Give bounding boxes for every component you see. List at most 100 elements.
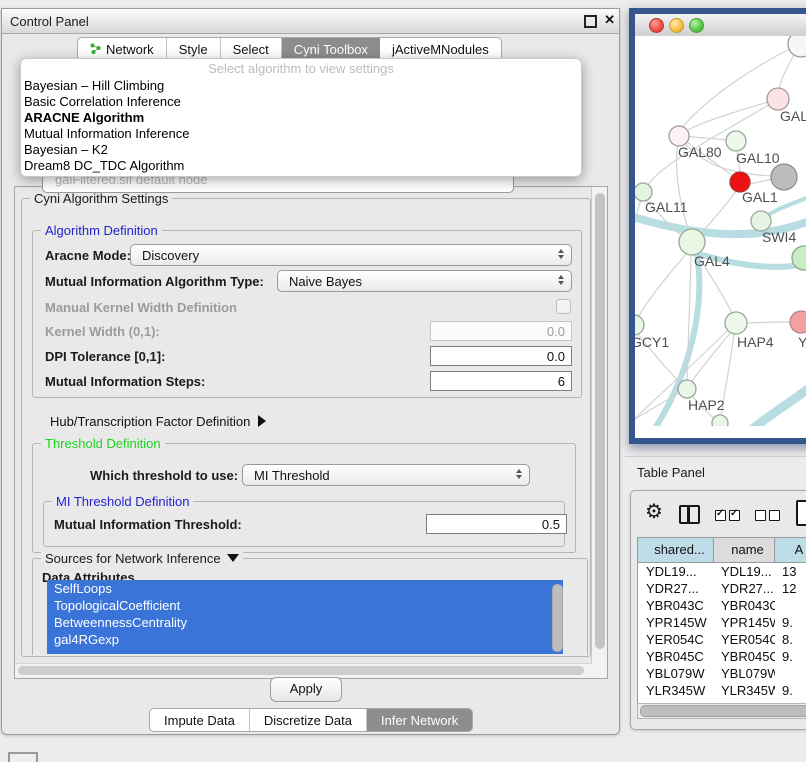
kernel-width-field[interactable]: 0.0 [430, 321, 572, 341]
table-cell: YBR043C [638, 597, 714, 614]
settings-hscrollbar-track[interactable] [15, 663, 592, 678]
algorithm-item-bayesian-k2[interactable]: Bayesian – K2 [21, 142, 581, 158]
mi-threshold-field[interactable]: 0.5 [426, 514, 567, 534]
mi-threshold-label: Mutual Information Threshold: [54, 517, 242, 532]
attribute-item-topologicalcoefficient[interactable]: TopologicalCoefficient [47, 597, 563, 614]
select-all-icon[interactable] [715, 510, 740, 521]
network-node-gal80[interactable] [669, 126, 689, 146]
dpi-tolerance-field[interactable]: 0.0 [430, 346, 572, 366]
float-window-icon[interactable] [584, 15, 597, 28]
tab-discretize-data[interactable]: Discretize Data [250, 709, 367, 731]
network-node-swi4[interactable] [751, 211, 771, 231]
control-panel-titlebar: Control Panel ✕ [2, 9, 619, 34]
aracne-mode-combobox[interactable]: Discovery [130, 244, 572, 266]
network-node-y[interactable] [790, 311, 806, 333]
gear-icon[interactable]: ⚙ [645, 502, 663, 522]
network-node-gal10[interactable] [726, 131, 746, 151]
settings-hscrollbar-thumb[interactable] [18, 666, 584, 675]
network-edge[interactable] [747, 322, 791, 323]
node-table: shared...nameA YDL19...YDL19...13YDR27..… [637, 537, 806, 711]
table-row[interactable]: YLR345WYLR345W9. [638, 682, 806, 699]
network-node[interactable] [788, 36, 806, 57]
settings-vscrollbar-thumb[interactable] [595, 193, 605, 649]
attribute-item-betweennesscentrality[interactable]: BetweennessCentrality [47, 614, 563, 631]
close-window-icon[interactable] [649, 18, 664, 33]
tab-select[interactable]: Select [221, 38, 282, 60]
network-node[interactable] [712, 415, 728, 426]
network-node-hap4[interactable] [725, 312, 747, 334]
algorithm-item-dream8-dc-tdc-algorithm[interactable]: Dream8 DC_TDC Algorithm [21, 158, 581, 174]
tab-cyni-toolbox[interactable]: Cyni Toolbox [282, 38, 380, 60]
table-hscrollbar-track[interactable] [637, 703, 806, 719]
apply-button[interactable]: Apply [270, 677, 342, 702]
table-row[interactable]: YDL19...YDL19...13 [638, 563, 806, 580]
column-view-icon[interactable] [679, 505, 700, 524]
dpi-tolerance-label: DPI Tolerance [0,1]: [45, 349, 165, 364]
attribute-item-gal4rgexp[interactable]: gal4RGexp [47, 631, 563, 648]
table-row[interactable]: YPR145WYPR145W9. [638, 614, 806, 631]
algorithm-item-bayesian-hill-climbing[interactable]: Bayesian – Hill Climbing [21, 78, 581, 94]
expand-right-icon [258, 415, 266, 427]
tab-label: jActiveMNodules [392, 42, 489, 57]
close-icon[interactable]: ✕ [604, 12, 615, 28]
table-cell: 9. [775, 648, 806, 665]
manual-kernel-width-checkbox[interactable] [556, 299, 571, 314]
table-row[interactable]: YBR043CYBR043C [638, 597, 806, 614]
deselect-all-icon[interactable] [755, 510, 780, 521]
network-edge[interactable] [638, 253, 687, 317]
network-view-window: GALGAL80GAL10GAL1GAL11SWI4GAL4GCY1HAP4YH… [629, 8, 806, 444]
tab-style[interactable]: Style [167, 38, 221, 60]
algorithm-item-mutual-information-inference[interactable]: Mutual Information Inference [21, 126, 581, 142]
network-edge[interactable] [749, 179, 772, 184]
table-cell: YPR145W [638, 614, 714, 631]
bottom-corner-button[interactable] [8, 752, 38, 762]
table-row[interactable]: YDR27...YDR27...12 [638, 580, 806, 597]
mi-threshold-definition-title: MI Threshold Definition [52, 494, 193, 509]
table-row[interactable]: YBL079WYBL079W [638, 665, 806, 682]
which-threshold-combobox[interactable]: MI Threshold [242, 464, 530, 486]
node-label-gal4: GAL4 [694, 253, 730, 269]
minimize-window-icon[interactable] [669, 18, 684, 33]
algorithm-item-aracne-algorithm[interactable]: ARACNE Algorithm [21, 110, 581, 126]
column-header-shared[interactable]: shared... [638, 538, 714, 562]
node-label-gal: GAL [780, 108, 806, 124]
tab-network[interactable]: Network [78, 38, 167, 60]
table-row[interactable]: YER054CYER054C8. [638, 631, 806, 648]
zoom-window-icon[interactable] [689, 18, 704, 33]
node-label-gal80: GAL80 [678, 144, 722, 160]
hub-transcription-factor-section[interactable]: Hub/Transcription Factor Definition [50, 414, 266, 429]
tab-infer-network[interactable]: Infer Network [367, 709, 472, 731]
table-hscrollbar-thumb[interactable] [640, 705, 806, 717]
column-header-name[interactable]: name [714, 538, 775, 562]
data-attributes-list[interactable]: SelfLoopsTopologicalCoefficientBetweenne… [47, 580, 563, 654]
settings-vscrollbar-track[interactable] [591, 187, 607, 678]
network-edge[interactable] [700, 190, 737, 234]
combo-stepper-icon [516, 469, 522, 479]
network-edge[interactable] [692, 332, 731, 381]
network-node-gcy1[interactable] [635, 315, 644, 335]
network-node-gal[interactable] [767, 88, 789, 110]
table-cell: YBR043C [714, 597, 775, 614]
which-threshold-label: Which threshold to use: [90, 468, 238, 483]
attribute-item-selfloops[interactable]: SelfLoops [47, 580, 563, 597]
tab-jactivemnodules[interactable]: jActiveMNodules [380, 38, 501, 60]
attributes-scrollbar-thumb[interactable] [552, 584, 563, 652]
column-header-a[interactable]: A [775, 538, 806, 562]
algorithm-item-basic-correlation-inference[interactable]: Basic Correlation Inference [21, 94, 581, 110]
tab-label: Select [233, 42, 269, 57]
tab-impute-data[interactable]: Impute Data [150, 709, 250, 731]
network-node-gal4[interactable] [679, 229, 705, 255]
network-edge[interactable] [744, 386, 806, 426]
export-table-icon[interactable] [796, 500, 806, 526]
table-cell: YPR145W [714, 614, 775, 631]
node-label-gal11: GAL11 [645, 199, 688, 215]
mi-algorithm-type-combobox[interactable]: Naive Bayes [277, 270, 572, 292]
cyni-bottom-tabs: Impute DataDiscretize DataInfer Network [149, 708, 473, 732]
which-threshold-value: MI Threshold [254, 468, 330, 483]
table-row[interactable]: YBR045CYBR045C9. [638, 648, 806, 665]
network-edge[interactable] [647, 99, 778, 186]
network-canvas[interactable]: GALGAL80GAL10GAL1GAL11SWI4GAL4GCY1HAP4YH… [635, 36, 806, 426]
network-node[interactable] [771, 164, 797, 190]
network-node-hap2[interactable] [678, 380, 696, 398]
mi-steps-field[interactable]: 6 [430, 371, 572, 391]
